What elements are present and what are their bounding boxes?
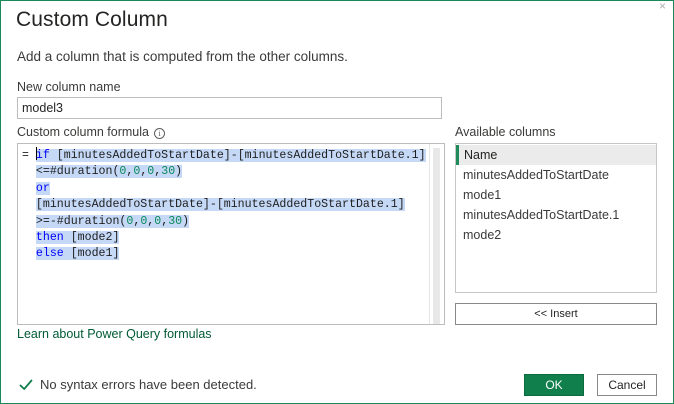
code-text: <=#duration( bbox=[35, 165, 120, 179]
code-keyword: if bbox=[35, 149, 50, 162]
custom-column-dialog: Custom Column × Add a column that is com… bbox=[0, 0, 674, 404]
learn-power-query-link[interactable]: Learn about Power Query formulas bbox=[17, 327, 212, 341]
available-columns-list[interactable]: Name minutesAddedToStartDate mode1 minut… bbox=[455, 143, 657, 293]
formula-label-row: Custom column formula i bbox=[17, 125, 165, 139]
code-text: [mode2] bbox=[63, 231, 120, 245]
selected-code: [minutesAddedToStartDate]-[minutesAddedT… bbox=[35, 198, 405, 212]
selected-code: or bbox=[35, 181, 50, 195]
available-column-item[interactable]: mode1 bbox=[456, 185, 656, 205]
code-text: ) bbox=[175, 165, 183, 179]
selected-code: then [mode2] bbox=[35, 231, 120, 245]
code-keyword: then bbox=[35, 231, 64, 245]
available-column-item[interactable]: Name bbox=[456, 145, 656, 165]
formula-line: or bbox=[22, 181, 426, 197]
cancel-button[interactable]: Cancel bbox=[597, 374, 657, 396]
formula-editor[interactable]: = if [minutesAddedToStartDate]-[minutesA… bbox=[17, 143, 445, 325]
editor-scrollbar[interactable] bbox=[429, 144, 444, 324]
dialog-title: Custom Column bbox=[16, 8, 168, 31]
new-column-name-input[interactable] bbox=[17, 97, 442, 119]
available-column-item[interactable]: minutesAddedToStartDate.1 bbox=[456, 205, 656, 225]
code-text: [minutesAddedToStartDate]-[minutesAddedT… bbox=[35, 198, 405, 212]
syntax-status-text: No syntax errors have been detected. bbox=[40, 377, 257, 392]
code-keyword: else bbox=[35, 247, 64, 261]
dialog-subtitle: Add a column that is computed from the o… bbox=[17, 49, 348, 64]
code-number: 30 bbox=[161, 165, 176, 179]
available-columns-label: Available columns bbox=[455, 125, 556, 139]
selected-code: else [mode1] bbox=[35, 247, 120, 261]
formula-line: <=#duration(0,0,0,30) bbox=[22, 164, 426, 180]
code-text: >=-#duration( bbox=[35, 214, 127, 228]
formula-code[interactable]: = if [minutesAddedToStartDate]-[minutesA… bbox=[22, 147, 426, 263]
formula-label: Custom column formula bbox=[17, 125, 149, 139]
info-icon[interactable]: i bbox=[154, 128, 165, 139]
code-number: 30 bbox=[168, 214, 183, 228]
available-column-item[interactable]: mode2 bbox=[456, 225, 656, 245]
formula-line: = if [minutesAddedToStartDate]-[minutesA… bbox=[22, 147, 426, 162]
new-column-name-label: New column name bbox=[17, 80, 121, 94]
code-text: [mode1] bbox=[63, 247, 120, 261]
editor-scrollbar-thumb[interactable] bbox=[433, 148, 440, 324]
available-column-item[interactable]: minutesAddedToStartDate bbox=[456, 165, 656, 185]
insert-button[interactable]: << Insert bbox=[455, 303, 657, 325]
code-text: [minutesAddedToStartDate]-[minutesAddedT… bbox=[49, 149, 426, 162]
formula-line: >=-#duration(0,0,0,30) bbox=[22, 214, 426, 230]
formula-line: else [mode1] bbox=[22, 246, 426, 262]
close-icon[interactable]: × bbox=[659, 0, 666, 12]
code-text: ) bbox=[182, 214, 190, 228]
formula-line: [minutesAddedToStartDate]-[minutesAddedT… bbox=[22, 197, 426, 213]
check-icon bbox=[19, 379, 33, 390]
code-keyword: or bbox=[35, 181, 50, 195]
selected-code: >=-#duration(0,0,0,30) bbox=[35, 214, 190, 228]
selected-code: if [minutesAddedToStartDate]-[minutesAdd… bbox=[35, 147, 426, 162]
formula-line: then [mode2] bbox=[22, 230, 426, 246]
selected-code: <=#duration(0,0,0,30) bbox=[35, 165, 183, 179]
ok-button[interactable]: OK bbox=[524, 374, 584, 396]
